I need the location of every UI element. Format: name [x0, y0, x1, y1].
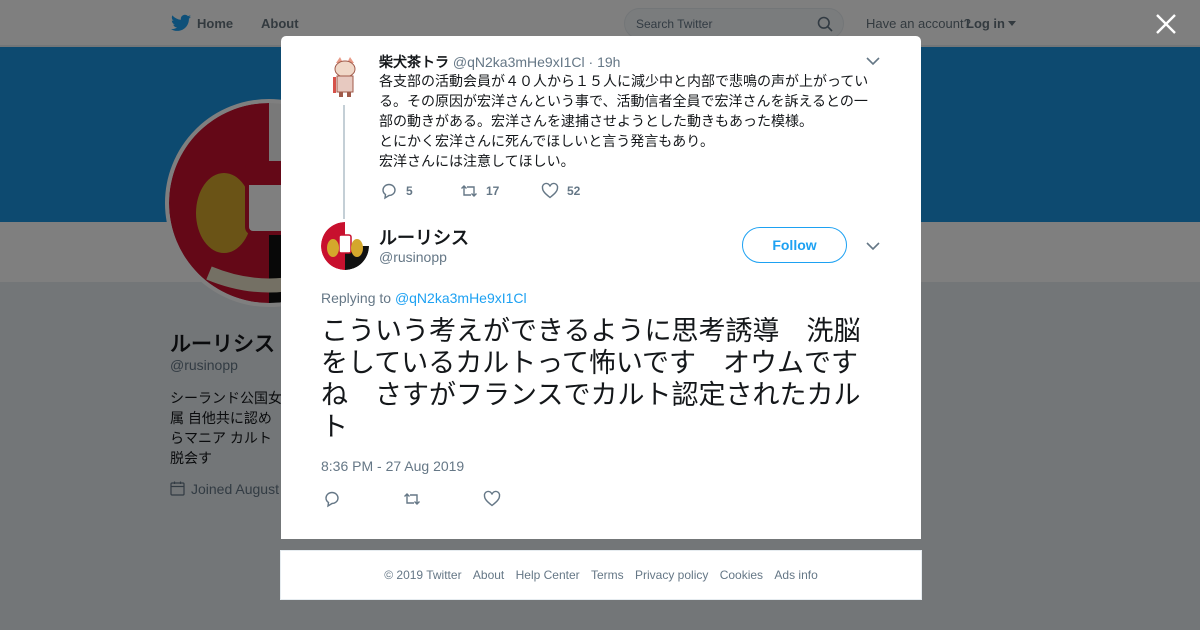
parent-reply-button[interactable]: 5	[380, 182, 413, 200]
replying-to: Replying to @qN2ka3mHe9xI1Cl	[321, 290, 527, 306]
like-count: 52	[567, 184, 581, 198]
footer-link-help-center[interactable]: Help Center	[516, 568, 580, 582]
parent-text-line: 宏洋さんには注意してほしい。	[379, 153, 575, 169]
footer-link-privacy[interactable]: Privacy policy	[635, 568, 708, 582]
follow-button[interactable]: Follow	[742, 227, 847, 263]
chevron-down-icon[interactable]	[866, 241, 880, 251]
parent-author-handle[interactable]: @qN2ka3mHe9xI1Cl	[453, 54, 585, 70]
retweet-icon[interactable]	[402, 490, 422, 508]
close-icon[interactable]	[1155, 13, 1177, 35]
retweet-count: 17	[486, 184, 500, 198]
chevron-down-icon[interactable]	[866, 56, 880, 66]
parent-tweet-avatar[interactable]	[326, 55, 364, 97]
reply-icon[interactable]	[322, 490, 342, 508]
main-tweet-text: こういう考えができるように思考誘導 洗脳をしているカルトって怖いです オウムです…	[321, 316, 861, 443]
coat-of-arms-icon	[321, 222, 369, 270]
tweet-modal: 柴犬茶トラ @qN2ka3mHe9xI1Cl · 19h 各支部の活動会員が４０…	[281, 36, 921, 539]
parent-tweet-header: 柴犬茶トラ @qN2ka3mHe9xI1Cl · 19h	[379, 52, 620, 72]
parent-retweet-button[interactable]: 17	[460, 182, 499, 200]
replying-handle-link[interactable]: @qN2ka3mHe9xI1Cl	[395, 290, 527, 306]
main-author-name[interactable]: ルーリシス	[379, 224, 469, 250]
thread-connector-line	[343, 105, 345, 219]
parent-separator: ·	[588, 54, 594, 70]
footer-link-cookies[interactable]: Cookies	[720, 568, 763, 582]
footer-link-about[interactable]: About	[473, 568, 504, 582]
modal-footer: © 2019 Twitter About Help Center Terms P…	[280, 550, 922, 600]
parent-timestamp[interactable]: 19h	[597, 54, 620, 70]
reply-count: 5	[406, 184, 413, 198]
parent-text-line: 各支部の活動会員が４０人から１５人に減少中と内部で悲鳴の声が上がっている。その原…	[379, 73, 869, 129]
parent-tweet-text: 各支部の活動会員が４０人から１５人に減少中と内部で悲鳴の声が上がっている。その原…	[379, 71, 879, 171]
parent-author-name[interactable]: 柴犬茶トラ	[379, 54, 449, 70]
footer-links: © 2019 Twitter About Help Center Terms P…	[281, 568, 921, 582]
retweet-icon	[461, 185, 477, 197]
reply-icon	[382, 183, 396, 200]
main-tweet-avatar[interactable]	[321, 222, 369, 270]
parent-like-button[interactable]: 52	[541, 182, 580, 200]
footer-link-ads-info[interactable]: Ads info	[774, 568, 817, 582]
replying-label: Replying to	[321, 290, 392, 306]
footer-copyright: © 2019 Twitter	[384, 568, 462, 582]
main-author-handle[interactable]: @rusinopp	[379, 249, 447, 265]
heart-icon[interactable]	[482, 490, 502, 508]
main-tweet-timestamp[interactable]: 8:36 PM - 27 Aug 2019	[321, 458, 464, 474]
heart-icon	[541, 182, 559, 199]
footer-link-terms[interactable]: Terms	[591, 568, 624, 582]
parent-text-line: とにかく宏洋さんに死んでほしいと言う発言もあり。	[379, 133, 715, 149]
